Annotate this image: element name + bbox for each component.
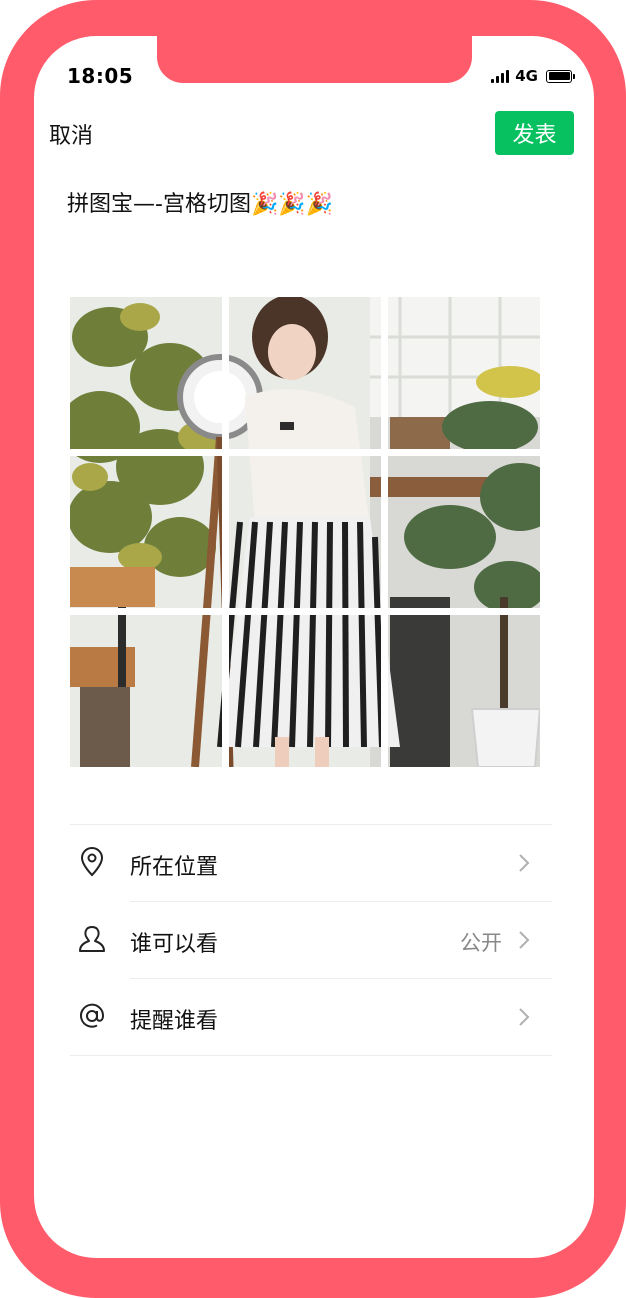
battery-icon [546, 69, 575, 83]
screen: 18:05 4G 取消 发表 拼图宝—-宫格切图🎉🎉🎉 所在位置 谁可以看 公开… [34, 36, 594, 1258]
network-type: 4G [515, 67, 538, 85]
chevron-right-icon [519, 854, 530, 872]
post-text[interactable]: 拼图宝—-宫格切图🎉🎉🎉 [67, 186, 333, 218]
menu-item-mention[interactable]: 提醒谁看 [70, 979, 552, 1055]
signal-icon [491, 69, 510, 83]
grid-tile-1[interactable] [70, 297, 222, 449]
menu-divider [70, 1055, 552, 1056]
grid-tile-4[interactable] [70, 456, 222, 608]
cancel-button[interactable]: 取消 [49, 118, 93, 150]
menu-item-value: 公开 [460, 931, 502, 955]
publish-button[interactable]: 发表 [495, 111, 574, 155]
menu-item-label: 所在位置 [130, 855, 219, 880]
photo-grid [70, 297, 540, 767]
grid-tile-9[interactable] [388, 615, 540, 767]
notch [157, 36, 472, 83]
grid-tile-2[interactable] [229, 297, 381, 449]
grid-tile-8[interactable] [229, 615, 381, 767]
options-menu: 所在位置 谁可以看 公开 提醒谁看 [70, 824, 552, 1056]
grid-tile-3[interactable] [388, 297, 540, 449]
at-sign-icon [80, 1003, 105, 1028]
menu-item-visibility[interactable]: 谁可以看 公开 [70, 902, 552, 978]
grid-tile-5[interactable] [229, 456, 381, 608]
location-pin-icon [80, 847, 104, 877]
menu-item-location[interactable]: 所在位置 [70, 825, 552, 901]
chevron-right-icon [519, 1008, 530, 1026]
menu-item-label: 谁可以看 [130, 932, 219, 957]
grid-tile-6[interactable] [388, 456, 540, 608]
grid-tile-7[interactable] [70, 615, 222, 767]
status-indicators: 4G [491, 67, 575, 85]
chevron-right-icon [519, 931, 530, 949]
status-time: 18:05 [67, 64, 134, 88]
menu-item-label: 提醒谁看 [130, 1009, 219, 1034]
person-icon [79, 926, 105, 952]
phone-frame: 18:05 4G 取消 发表 拼图宝—-宫格切图🎉🎉🎉 所在位置 谁可以看 公开… [0, 0, 626, 1298]
